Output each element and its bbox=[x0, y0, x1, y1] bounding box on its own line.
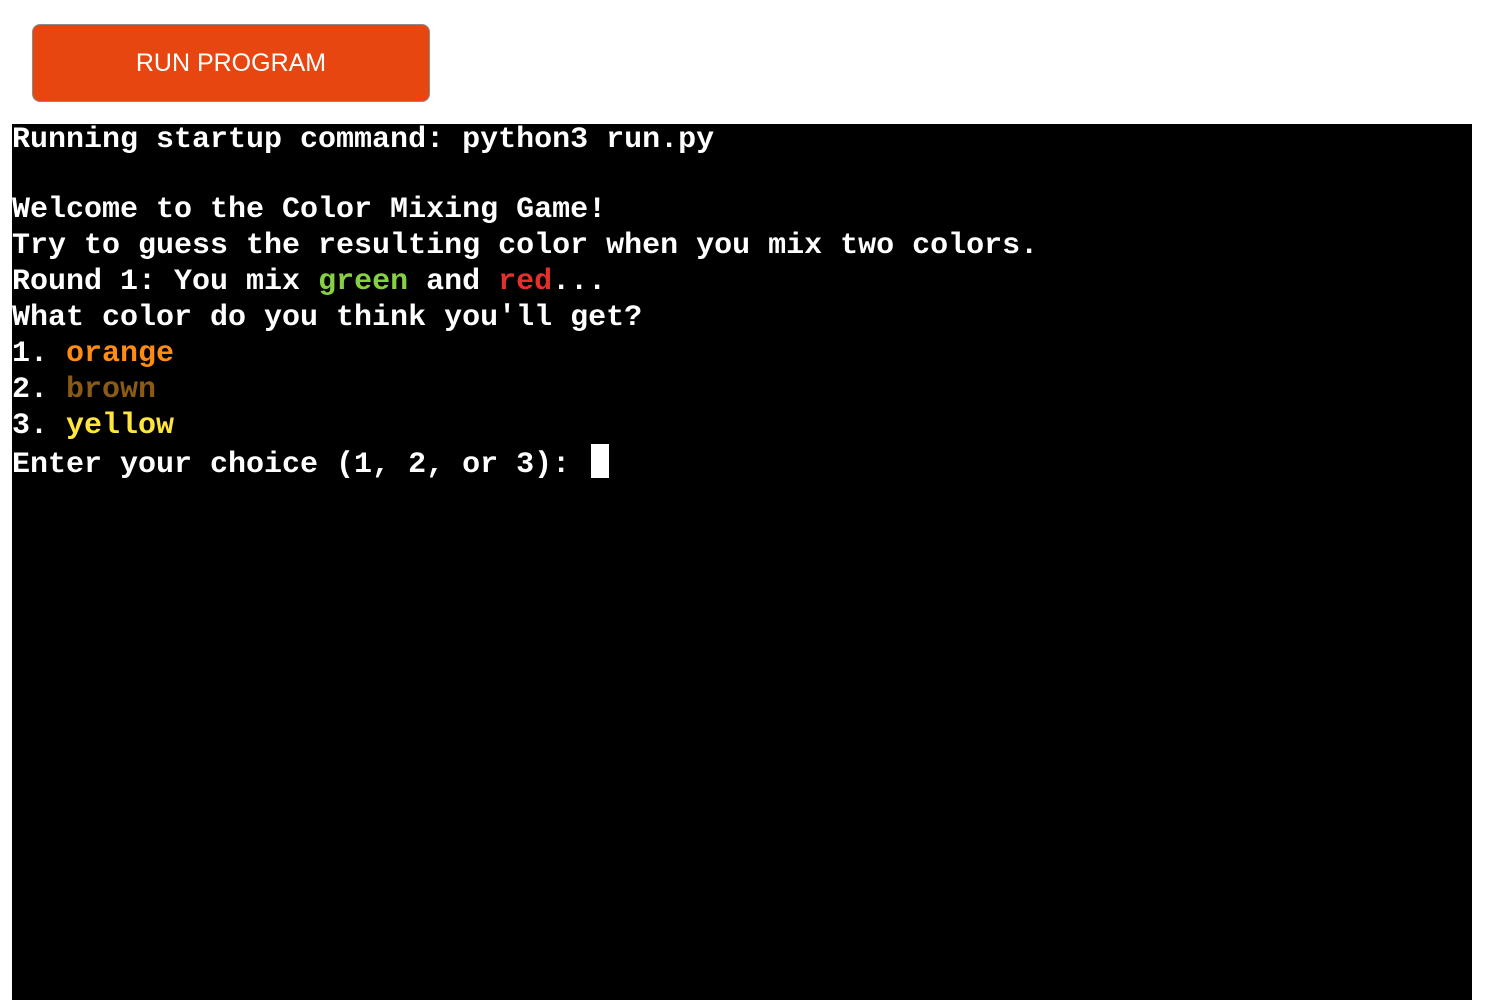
option-line: 3. yellow bbox=[12, 408, 1472, 444]
round-joiner: and bbox=[408, 265, 499, 299]
instructions-line: Try to guess the resulting color when yo… bbox=[12, 229, 1039, 263]
option-line: 2. brown bbox=[12, 372, 1472, 408]
run-program-label: RUN PROGRAM bbox=[135, 48, 327, 77]
question-line: What color do you think you'll get? bbox=[12, 301, 643, 335]
welcome-line: Welcome to the Color Mixing Game! bbox=[12, 193, 607, 227]
option-label: brown bbox=[66, 373, 157, 407]
option-label: yellow bbox=[66, 409, 175, 443]
option-number: 3. bbox=[12, 409, 67, 443]
option-label: orange bbox=[66, 337, 175, 371]
mix-color-a: green bbox=[318, 265, 409, 299]
prompt-text: Enter your choice (1, 2, or 3): bbox=[12, 448, 589, 482]
round-line: Round 1: You mix green and red... bbox=[12, 264, 1472, 300]
text-cursor bbox=[591, 444, 610, 478]
mix-color-b: red bbox=[498, 265, 553, 299]
startup-command-line: Running startup command: python3 run.py bbox=[12, 124, 715, 157]
option-number: 1. bbox=[12, 337, 67, 371]
run-program-button[interactable]: RUN PROGRAM bbox=[32, 24, 430, 102]
round-prefix: Round 1: You mix bbox=[12, 265, 319, 299]
option-line: 1. orange bbox=[12, 336, 1472, 372]
round-suffix: ... bbox=[552, 265, 607, 299]
terminal[interactable]: Running startup command: python3 run.py … bbox=[12, 124, 1472, 1000]
prompt-line[interactable]: Enter your choice (1, 2, or 3): bbox=[12, 444, 1472, 482]
option-number: 2. bbox=[12, 373, 67, 407]
